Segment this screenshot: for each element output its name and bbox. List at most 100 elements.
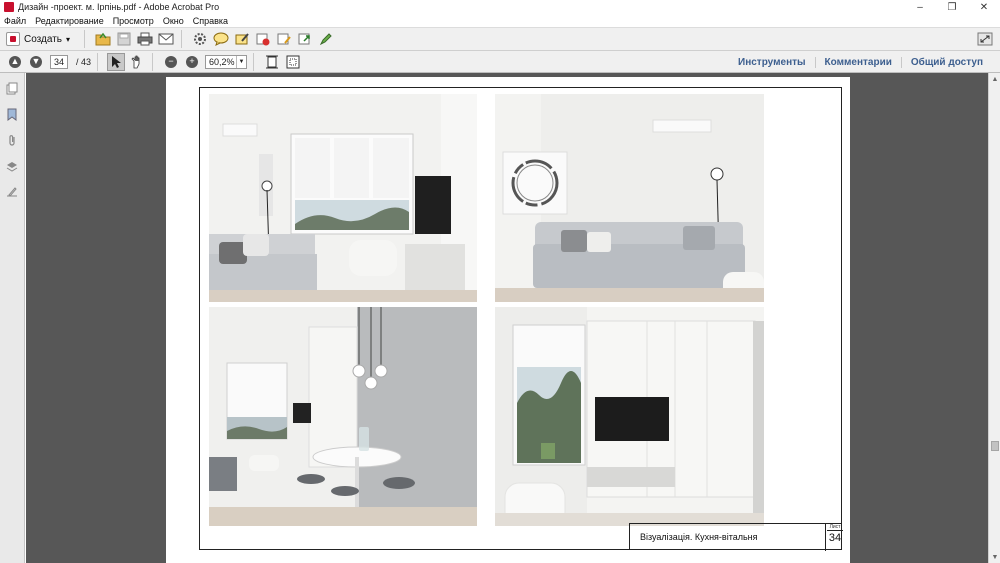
page-thumbnails-button[interactable] [6,82,18,95]
comment-button[interactable] [212,30,230,48]
paperclip-icon [9,135,15,146]
sign-button[interactable] [275,30,293,48]
gear-icon [194,33,207,45]
scroll-down-icon[interactable]: ▼ [989,551,1000,563]
restore-button[interactable]: ❐ [936,0,968,14]
arrow-up-icon: ▲ [9,55,21,68]
menu-file[interactable]: Файл [4,16,26,26]
email-icon [158,33,174,45]
window-controls: – ❐ ✕ [904,0,1000,14]
menu-bar: Файл Редактирование Просмотр Окно Справк… [0,14,1000,27]
acrobat-logo-icon [4,2,14,12]
export-icon [298,33,310,45]
tools-link[interactable]: Инструменты [729,57,815,68]
zoom-value: 60,2% [209,56,235,67]
select-tool-button[interactable] [107,52,126,71]
drawing-frame: Візуалізація. Кухня-вітальня Лист 34 [199,87,843,551]
layers-icon [6,162,18,172]
arrow-down-icon: ▼ [30,55,42,68]
create-pdf-icon [6,32,20,46]
render-dining-area [209,307,477,526]
export-button[interactable] [296,30,314,48]
pen-icon [319,33,332,46]
toolbar-divider [152,52,154,71]
fit-page-button[interactable] [263,53,281,71]
minimize-button[interactable]: – [904,0,936,14]
sheet-label: Лист [827,524,843,531]
layers-button[interactable] [6,160,18,172]
zoom-out-button[interactable]: − [162,53,180,71]
scroll-up-icon[interactable]: ▲ [989,73,1000,85]
sheet-title: Візуалізація. Кухня-вітальня [640,532,758,542]
render-sofa-wall [495,94,764,302]
page-total: / 43 [76,56,92,67]
toolbar-divider [84,30,86,48]
menu-view[interactable]: Просмотр [113,16,154,26]
fit-width-button[interactable] [284,53,302,71]
create-label: Создать [24,33,63,45]
fit-width-icon [286,55,300,68]
previous-page-button[interactable]: ▲ [6,53,24,71]
menu-window[interactable]: Окно [163,16,184,26]
toolbar-divider [97,52,99,71]
attachments-button[interactable] [6,134,18,146]
fit-page-icon [266,55,279,68]
scrollbar-thumb[interactable] [991,441,999,451]
document-viewer[interactable]: Візуалізація. Кухня-вітальня Лист 34 [26,73,988,563]
minus-icon: − [165,55,178,68]
title-block: Візуалізація. Кухня-вітальня Лист 34 [629,523,843,551]
bookmarks-button[interactable] [6,108,18,121]
cursor-arrow-icon [112,55,122,68]
menu-edit[interactable]: Редактирование [35,16,104,26]
hand-tool-button[interactable] [128,53,146,71]
highlighter-icon [235,33,249,45]
stamp-icon [256,33,270,46]
edit-button[interactable] [317,30,335,48]
chevron-down-icon: ▾ [66,34,71,44]
window-title: Дизайн -проект. м. Ірпінь.pdf - Adobe Ac… [18,2,220,12]
sign-document-icon [277,33,291,45]
navigation-toolbar: ▲ ▼ 34 / 43 − + 60,2% ▼ Инструменты Комм… [0,51,1000,73]
open-folder-icon [95,32,111,46]
save-button[interactable] [115,30,133,48]
open-folder-button[interactable] [94,30,112,48]
vertical-scrollbar[interactable]: ▲ ▼ [988,73,1000,563]
plus-icon: + [186,55,199,68]
render-tv-wall [495,307,764,526]
chevron-down-icon: ▼ [236,55,246,68]
sheet-number: 34 [828,532,842,544]
highlight-button[interactable] [233,30,251,48]
email-button[interactable] [157,30,175,48]
create-button[interactable]: Создать ▾ [6,32,70,46]
navigation-panel [0,73,25,563]
expand-icon [977,32,993,46]
print-icon [137,32,153,46]
fullscreen-button[interactable] [976,30,994,48]
pdf-page: Візуалізація. Кухня-вітальня Лист 34 [166,77,850,563]
page-thumbnails-icon [6,82,18,95]
title-bar: Дизайн -проект. м. Ірпінь.pdf - Adobe Ac… [0,0,1000,14]
menu-help[interactable]: Справка [193,16,228,26]
signatures-button[interactable] [6,186,18,198]
share-link[interactable]: Общий доступ [900,56,992,68]
comments-link[interactable]: Комментарии [814,56,901,68]
task-pane-links: Инструменты Комментарии Общий доступ [729,51,992,73]
main-toolbar: Создать ▾ [0,27,1000,51]
zoom-select[interactable]: 60,2% ▼ [205,54,248,69]
stamp-button[interactable] [254,30,272,48]
bookmark-icon [7,108,17,121]
hand-icon [131,55,140,68]
settings-button[interactable] [191,30,209,48]
toolbar-divider [181,30,183,48]
save-icon [117,32,131,46]
toolbar-divider [253,52,255,71]
sheet-number-cell: Лист 34 [825,524,843,551]
render-living-room-window [209,94,477,302]
print-button[interactable] [136,30,154,48]
next-page-button[interactable]: ▼ [27,53,45,71]
close-button[interactable]: ✕ [968,0,1000,14]
zoom-in-button[interactable]: + [183,53,201,71]
page-number-input[interactable]: 34 [50,54,68,69]
speech-bubble-icon [213,32,229,46]
signature-pen-icon [7,187,17,197]
